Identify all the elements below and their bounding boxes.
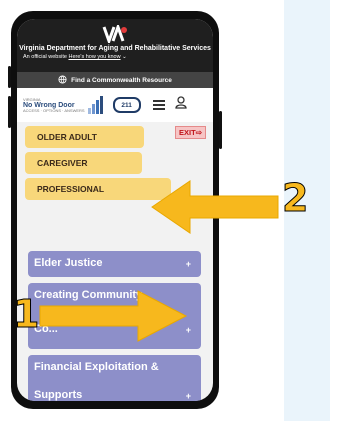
accordion-financial-exploitation[interactable]: Financial Exploitation & Supports + bbox=[28, 355, 201, 401]
hamburger-menu-icon[interactable] bbox=[152, 98, 165, 113]
arrow-left-annotation bbox=[150, 178, 280, 241]
user-account-icon[interactable] bbox=[174, 96, 187, 114]
accordion-elder-justice[interactable]: Elder Justice + bbox=[28, 251, 201, 277]
exit-button[interactable]: EXIT⇨ bbox=[175, 126, 206, 139]
exit-arrow-icon: ⇨ bbox=[195, 128, 202, 137]
how-you-know-link[interactable]: Here's how you know bbox=[68, 54, 120, 60]
arrow-right-annotation bbox=[38, 288, 188, 349]
plus-icon: + bbox=[185, 391, 191, 401]
caregiver-button[interactable]: CAREGIVER bbox=[25, 152, 142, 174]
find-resource-bar[interactable]: Find a Commonwealth Resource bbox=[17, 72, 213, 88]
chevron-down-icon: ⌄ bbox=[122, 54, 127, 60]
site-navbar: VIRGINIA No Wrong Door ACCESS · OPTIONS … bbox=[17, 88, 213, 122]
no-wrong-door-logo[interactable]: VIRGINIA No Wrong Door ACCESS · OPTIONS … bbox=[23, 97, 85, 113]
agency-title: Virginia Department for Aging and Rehabi… bbox=[19, 45, 211, 52]
globe-icon bbox=[58, 74, 67, 86]
find-resource-label: Find a Commonwealth Resource bbox=[71, 76, 172, 84]
plus-icon: + bbox=[185, 259, 191, 269]
annotation-number-2: 2 bbox=[281, 176, 309, 221]
vdars-logo-icon bbox=[101, 19, 129, 46]
older-adult-button[interactable]: OLDER ADULT bbox=[25, 126, 144, 148]
logo-bars-icon bbox=[87, 96, 103, 114]
official-website-note: An official website Here's how you know … bbox=[23, 54, 127, 60]
annotation-number-1: 1 bbox=[12, 292, 40, 337]
agency-banner: Virginia Department for Aging and Rehabi… bbox=[17, 19, 213, 72]
badge-211[interactable]: 211 bbox=[112, 97, 141, 113]
